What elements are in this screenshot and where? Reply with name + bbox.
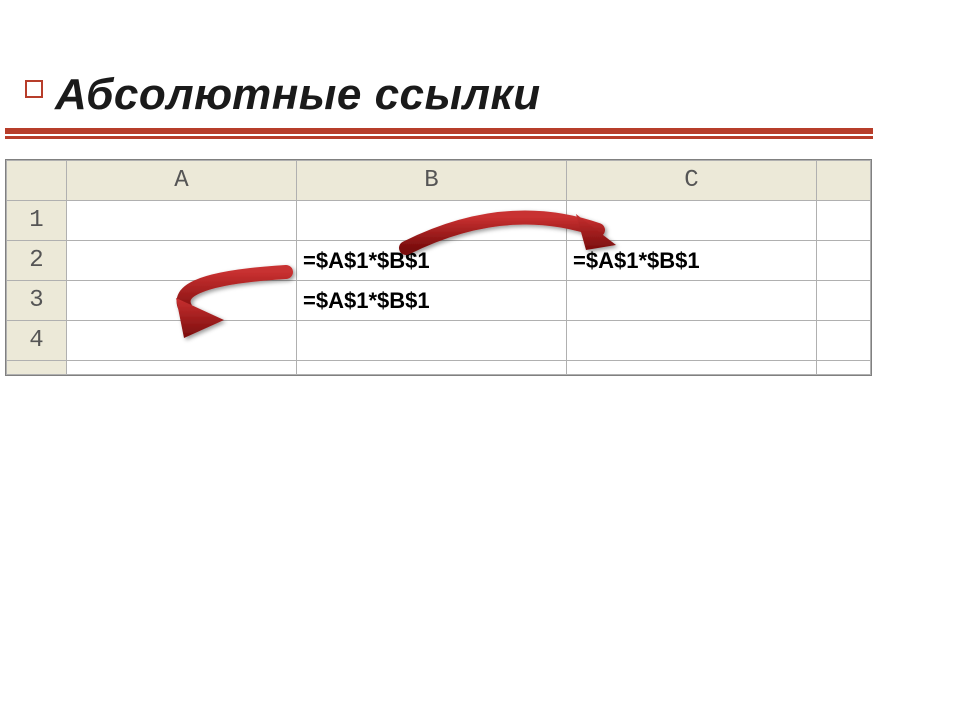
cell-A2[interactable] <box>67 241 297 281</box>
spreadsheet: A B C 1 2 =$A$1*$B$1 =$A$1*$B$1 3 <box>5 159 872 376</box>
cell-C3[interactable] <box>567 281 817 321</box>
row-header-2[interactable]: 2 <box>7 241 67 281</box>
row-4: 4 <box>7 321 871 361</box>
row-header-3[interactable]: 3 <box>7 281 67 321</box>
cell-B2[interactable]: =$A$1*$B$1 <box>297 241 567 281</box>
cell-B5[interactable] <box>297 361 567 375</box>
row-header-4[interactable]: 4 <box>7 321 67 361</box>
cell-D5[interactable] <box>817 361 871 375</box>
col-header-D[interactable] <box>817 161 871 201</box>
title-underline-thick <box>5 128 873 134</box>
row-1: 1 <box>7 201 871 241</box>
bullet-square-icon <box>25 80 43 98</box>
cell-B3[interactable]: =$A$1*$B$1 <box>297 281 567 321</box>
row-3: 3 =$A$1*$B$1 <box>7 281 871 321</box>
cell-C1[interactable] <box>567 201 817 241</box>
slide-title: Абсолютные ссылки <box>55 70 541 120</box>
cell-D4[interactable] <box>817 321 871 361</box>
row-header-1[interactable]: 1 <box>7 201 67 241</box>
cell-B4[interactable] <box>297 321 567 361</box>
cell-D3[interactable] <box>817 281 871 321</box>
cell-A3[interactable] <box>67 281 297 321</box>
cell-B1[interactable] <box>297 201 567 241</box>
cell-A1[interactable] <box>67 201 297 241</box>
cell-C2[interactable]: =$A$1*$B$1 <box>567 241 817 281</box>
row-2: 2 =$A$1*$B$1 =$A$1*$B$1 <box>7 241 871 281</box>
cell-D1[interactable] <box>817 201 871 241</box>
cell-D2[interactable] <box>817 241 871 281</box>
cell-C4[interactable] <box>567 321 817 361</box>
grid-table: A B C 1 2 =$A$1*$B$1 =$A$1*$B$1 3 <box>6 160 871 375</box>
cell-A4[interactable] <box>67 321 297 361</box>
row-5-partial <box>7 361 871 375</box>
col-header-A[interactable]: A <box>67 161 297 201</box>
corner-cell[interactable] <box>7 161 67 201</box>
col-header-B[interactable]: B <box>297 161 567 201</box>
title-underline-thin <box>5 136 873 139</box>
slide: Абсолютные ссылки A B C 1 <box>0 0 960 720</box>
header-row: A B C <box>7 161 871 201</box>
title-block: Абсолютные ссылки <box>55 70 541 128</box>
col-header-C[interactable]: C <box>567 161 817 201</box>
cell-A5[interactable] <box>67 361 297 375</box>
cell-C5[interactable] <box>567 361 817 375</box>
row-header-5[interactable] <box>7 361 67 375</box>
